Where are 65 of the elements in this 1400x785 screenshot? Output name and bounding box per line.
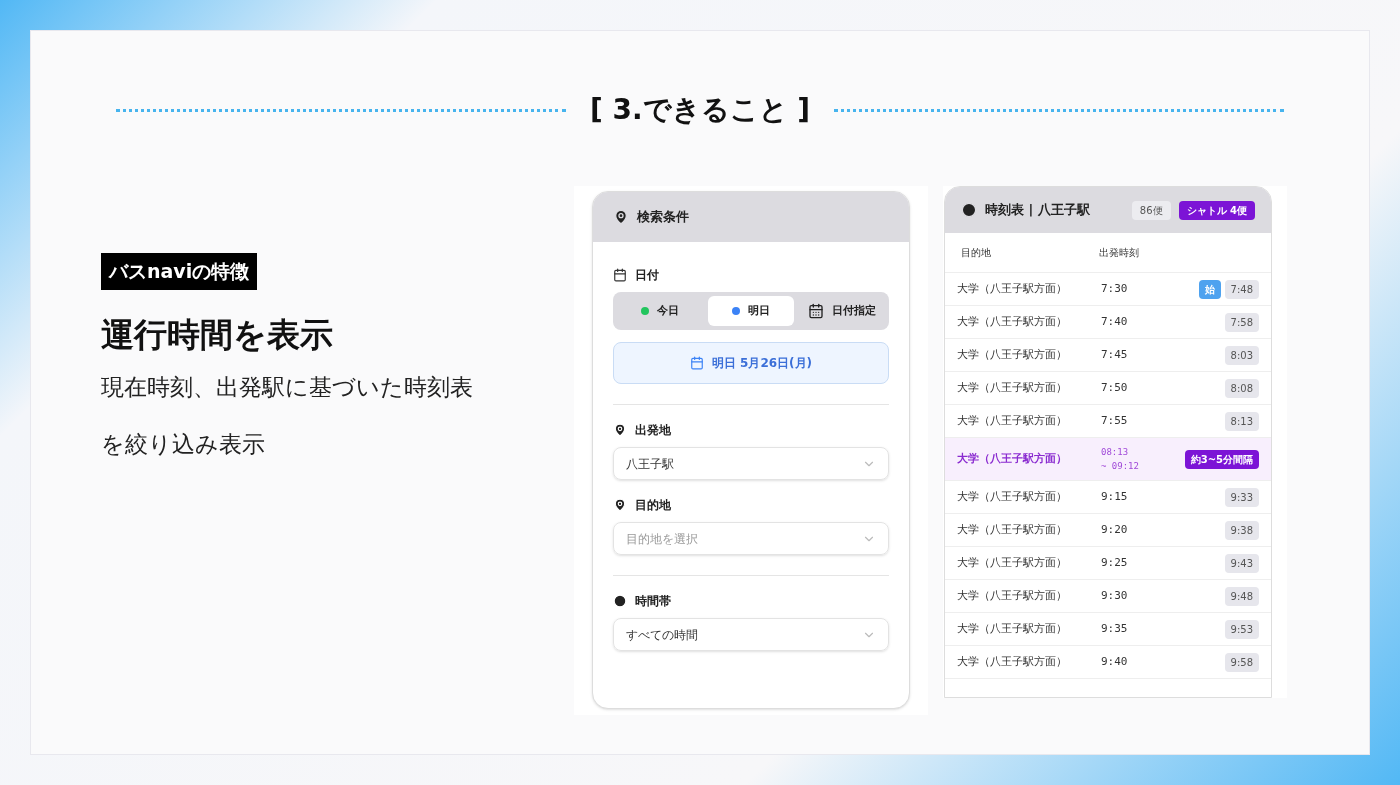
arrival-time-badge: 9:53 [1224, 619, 1259, 639]
panel-title: 検索条件 [637, 208, 689, 227]
select-field[interactable]: 八王子駅 [613, 447, 889, 480]
table-cell-text: 08:13 [1101, 446, 1130, 459]
date-option-tab[interactable]: 明日 [707, 296, 795, 326]
arrival-time-badge: 8:08 [1224, 378, 1259, 398]
arrival-time-badge: 9:58 [1224, 652, 1259, 672]
arrival-time-badge: 8:03 [1224, 345, 1259, 365]
calendar-icon [613, 268, 627, 282]
interval-badge: 約3~5分間隔 [1184, 449, 1259, 469]
arrival-time-badge: 8:13 [1224, 411, 1259, 431]
calendar-icon [689, 356, 704, 370]
start-badge: 始 [1198, 279, 1221, 299]
arrival-time-badge: 7:58 [1224, 312, 1259, 332]
field-label: 時間帯 [635, 593, 671, 610]
table-cell-text: 大学（八王子駅方面） [957, 450, 1068, 467]
description-text: 現在時刻、出発駅に基づいた時刻表 [101, 373, 473, 402]
field-label: 目的地 [635, 497, 671, 514]
table-cell-text: 大学（八王子駅方面） [957, 280, 1068, 297]
table-cell-text: ~ 09:12 [1101, 460, 1140, 473]
calendar-icon [807, 303, 824, 319]
location-pin-icon [613, 209, 629, 225]
date-option-tab[interactable]: 今日 [617, 296, 704, 326]
slide-title: [ 3.できること ] [589, 92, 811, 128]
arrival-time-badge: 9:43 [1224, 553, 1259, 573]
table-cell-text: 大学（八王子駅方面） [957, 620, 1068, 637]
column-header: 目的地 [961, 246, 992, 260]
column-header: 出発時刻 [1099, 246, 1139, 260]
table-cell-text: 9:40 [1101, 653, 1129, 670]
table-cell-text: 7:50 [1101, 379, 1129, 396]
count-badge: 86便 [1131, 200, 1171, 220]
table-cell-text: 大学（八王子駅方面） [957, 379, 1068, 396]
table-cell-text: 9:15 [1101, 488, 1129, 505]
table-cell-text: 7:40 [1101, 313, 1129, 330]
select-field[interactable]: すべての時間 [613, 618, 889, 651]
table-cell-text: 7:45 [1101, 346, 1129, 363]
date-option-tab[interactable]: 日付指定 [798, 296, 885, 326]
table-cell-text: 9:35 [1101, 620, 1129, 637]
table-cell-text: 大学（八王子駅方面） [957, 313, 1068, 330]
table-cell-text: 大学（八王子駅方面） [957, 488, 1068, 505]
location-pin-icon [613, 423, 627, 437]
table-cell-text: 9:20 [1101, 521, 1129, 538]
panel-title: 時刻表 | 八王子駅 [985, 201, 1091, 220]
table-cell-text: 大学（八王子駅方面） [957, 412, 1068, 429]
table-cell-text: 大学（八王子駅方面） [957, 653, 1068, 670]
location-pin-icon [613, 498, 627, 512]
description-text: を絞り込み表示 [101, 430, 265, 459]
table-cell-text: 大学（八王子駅方面） [957, 554, 1068, 571]
selected-date: 明日 5月26日(月) [711, 355, 813, 372]
table-cell-text: 7:30 [1101, 280, 1129, 297]
arrival-time-badge: 7:48 [1224, 279, 1259, 299]
arrival-time-badge: 9:48 [1224, 586, 1259, 606]
feature-heading: 運行時間を表示 [101, 313, 333, 356]
arrival-time-badge: 9:38 [1224, 520, 1259, 540]
shuttle-badge: シャトル 4便 [1178, 200, 1255, 220]
arrival-time-badge: 9:33 [1224, 487, 1259, 507]
field-label: 日付 [635, 267, 659, 284]
feature-tag: バスnaviの特徴 [101, 253, 258, 290]
table-cell-text: 大学（八王子駅方面） [957, 346, 1068, 363]
table-cell-text: 9:25 [1101, 554, 1129, 571]
table-cell-text: 大学（八王子駅方面） [957, 521, 1068, 538]
field-label: 出発地 [635, 422, 671, 439]
table-cell-text: 9:30 [1101, 587, 1129, 604]
table-cell-text: 7:55 [1101, 412, 1129, 429]
table-cell-text: 大学（八王子駅方面） [957, 587, 1068, 604]
